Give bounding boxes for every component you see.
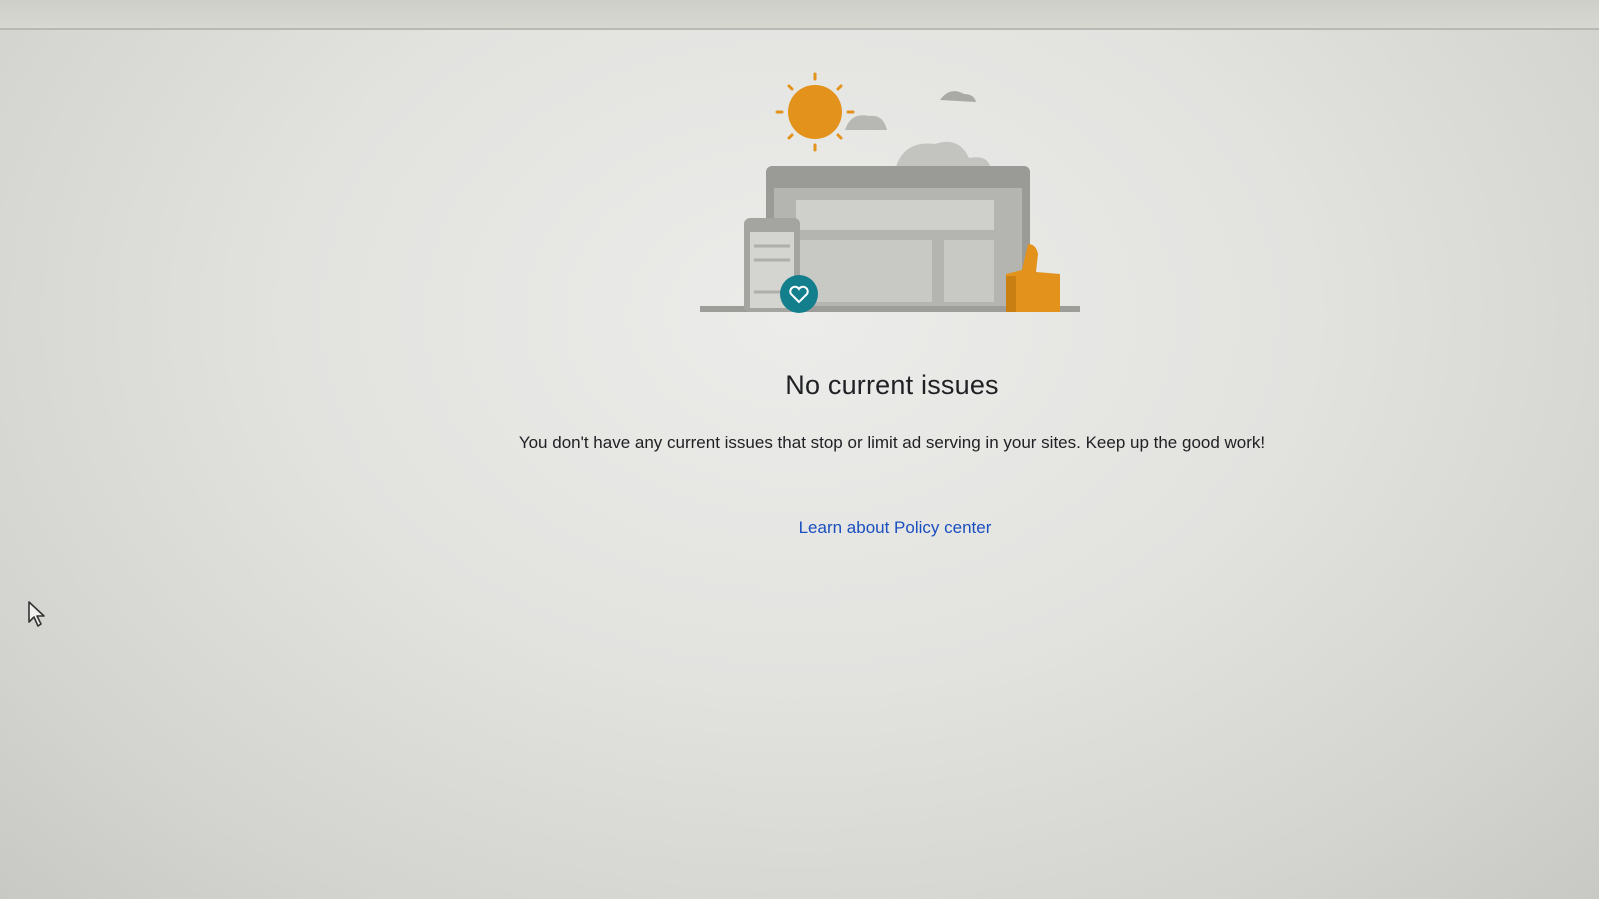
cloud-icon — [845, 91, 991, 170]
mouse-cursor-icon — [28, 601, 45, 627]
no-issues-illustration — [700, 72, 1080, 313]
empty-state: No current issues You don't have any cur… — [0, 0, 1599, 899]
sun-icon — [775, 72, 855, 152]
learn-policy-center-link[interactable]: Learn about Policy center — [780, 518, 1010, 538]
empty-state-title: No current issues — [785, 370, 999, 400]
heart-badge-icon — [780, 275, 818, 313]
empty-state-message: You don't have any current issues that s… — [518, 433, 1266, 452]
